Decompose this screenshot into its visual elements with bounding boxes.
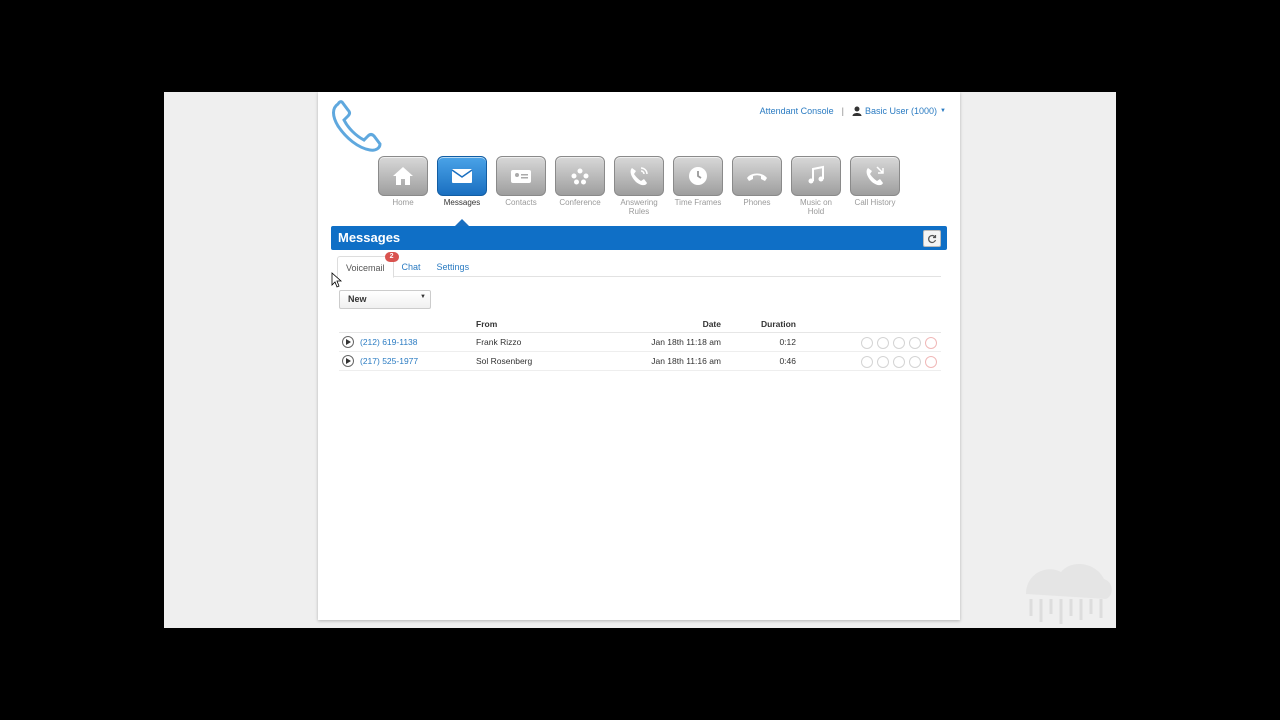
watermark-logo-icon [1026, 563, 1112, 624]
chevron-down-icon: ▼ [940, 108, 946, 114]
refresh-button[interactable] [923, 230, 941, 247]
voicemail-table: From Date Duration (212) 619-1138 Frank … [339, 316, 941, 371]
nav-contacts-label: Contacts [505, 198, 537, 207]
nav-conference-label: Conference [559, 198, 601, 207]
messages-header: Messages [331, 226, 947, 250]
tab-voicemail[interactable]: Voicemail 2 [337, 252, 399, 278]
nav-music-on-hold[interactable]: Music on Hold [791, 156, 841, 216]
contact-card-icon [511, 170, 531, 183]
nav-home-label: Home [392, 198, 414, 207]
browser-viewport: Attendant Console | Basic User (1000) ▼ … [164, 92, 1116, 628]
nav-phones[interactable]: Phones [732, 156, 782, 216]
folder-select-value: New [348, 294, 367, 304]
refresh-icon [928, 234, 937, 243]
top-nav: Attendant Console | Basic User (1000) ▼ [760, 106, 946, 116]
call-back-icon[interactable] [861, 337, 873, 349]
nav-conference[interactable]: Conference [555, 156, 605, 216]
nav-messages[interactable]: Messages [437, 156, 487, 216]
user-menu-label: Basic User (1000) [865, 106, 938, 116]
message-tabs: Voicemail 2 Chat Settings [337, 252, 941, 278]
main-nav: Home Messages Contacts Conference Answer… [378, 156, 900, 216]
nav-call-history[interactable]: Call History [850, 156, 900, 216]
nav-home[interactable]: Home [378, 156, 428, 216]
music-note-icon [808, 165, 824, 184]
tab-settings[interactable]: Settings [429, 256, 478, 276]
tab-settings-label: Settings [436, 262, 470, 272]
message-date: Jan 18th 11:16 am [651, 356, 721, 366]
caller-number-link[interactable]: (217) 525-1977 [360, 356, 418, 366]
table-header: From Date Duration [339, 316, 941, 333]
nav-phones-label: Phones [743, 198, 771, 207]
chevron-down-icon: ▼ [420, 294, 426, 300]
caller-name: Frank Rizzo [476, 337, 522, 347]
answering-rules-icon [630, 167, 648, 186]
message-duration: 0:12 [779, 337, 796, 347]
message-date: Jan 18th 11:18 am [651, 337, 721, 347]
portal-page: Attendant Console | Basic User (1000) ▼ … [318, 92, 960, 620]
save-icon[interactable] [909, 356, 921, 368]
download-icon[interactable] [893, 337, 905, 349]
caller-number-link[interactable]: (212) 619-1138 [360, 337, 418, 347]
attendant-console-link[interactable]: Attendant Console [760, 106, 834, 116]
col-date-header: Date [702, 319, 721, 329]
play-icon[interactable] [342, 336, 354, 348]
col-duration-header: Duration [761, 319, 796, 329]
table-row[interactable]: (217) 525-1977 Sol Rosenberg Jan 18th 11… [339, 352, 941, 371]
delete-icon[interactable] [925, 356, 937, 368]
page-title: Messages [338, 230, 401, 245]
row-actions [861, 337, 937, 349]
user-icon [852, 106, 862, 116]
envelope-icon [451, 169, 473, 183]
conference-icon [571, 168, 589, 185]
caller-name: Sol Rosenberg [476, 356, 533, 366]
col-from-header: From [476, 319, 498, 329]
tab-chat[interactable]: Chat [394, 256, 429, 276]
call-back-icon[interactable] [861, 356, 873, 368]
mouse-cursor-icon [331, 272, 343, 288]
handset-icon [747, 173, 767, 181]
nav-music-on-hold-label: Music on Hold [799, 198, 832, 216]
nav-messages-label: Messages [443, 198, 481, 207]
delete-icon[interactable] [925, 337, 937, 349]
play-icon[interactable] [342, 355, 354, 367]
save-icon[interactable] [909, 337, 921, 349]
nav-answering-rules-label: Answering Rules [620, 198, 658, 216]
tab-voicemail-label: Voicemail [346, 263, 385, 273]
table-row[interactable]: (212) 619-1138 Frank Rizzo Jan 18th 11:1… [339, 333, 941, 352]
row-actions [861, 356, 937, 368]
nav-time-frames[interactable]: Time Frames [673, 156, 723, 216]
message-duration: 0:46 [779, 356, 796, 366]
phone-logo-icon [332, 100, 382, 152]
call-history-icon [866, 166, 884, 186]
home-icon [393, 167, 413, 185]
nav-time-frames-label: Time Frames [674, 198, 722, 207]
nav-call-history-label: Call History [854, 198, 896, 207]
download-icon[interactable] [893, 356, 905, 368]
tab-chat-label: Chat [401, 262, 421, 272]
user-menu[interactable]: Basic User (1000) ▼ [852, 106, 946, 116]
forward-icon[interactable] [877, 337, 889, 349]
voicemail-folder-select[interactable]: New ▼ [339, 290, 431, 309]
clock-icon [689, 167, 707, 185]
nav-answering-rules[interactable]: Answering Rules [614, 156, 664, 216]
nav-separator: | [841, 106, 845, 116]
nav-contacts[interactable]: Contacts [496, 156, 546, 216]
forward-icon[interactable] [877, 356, 889, 368]
